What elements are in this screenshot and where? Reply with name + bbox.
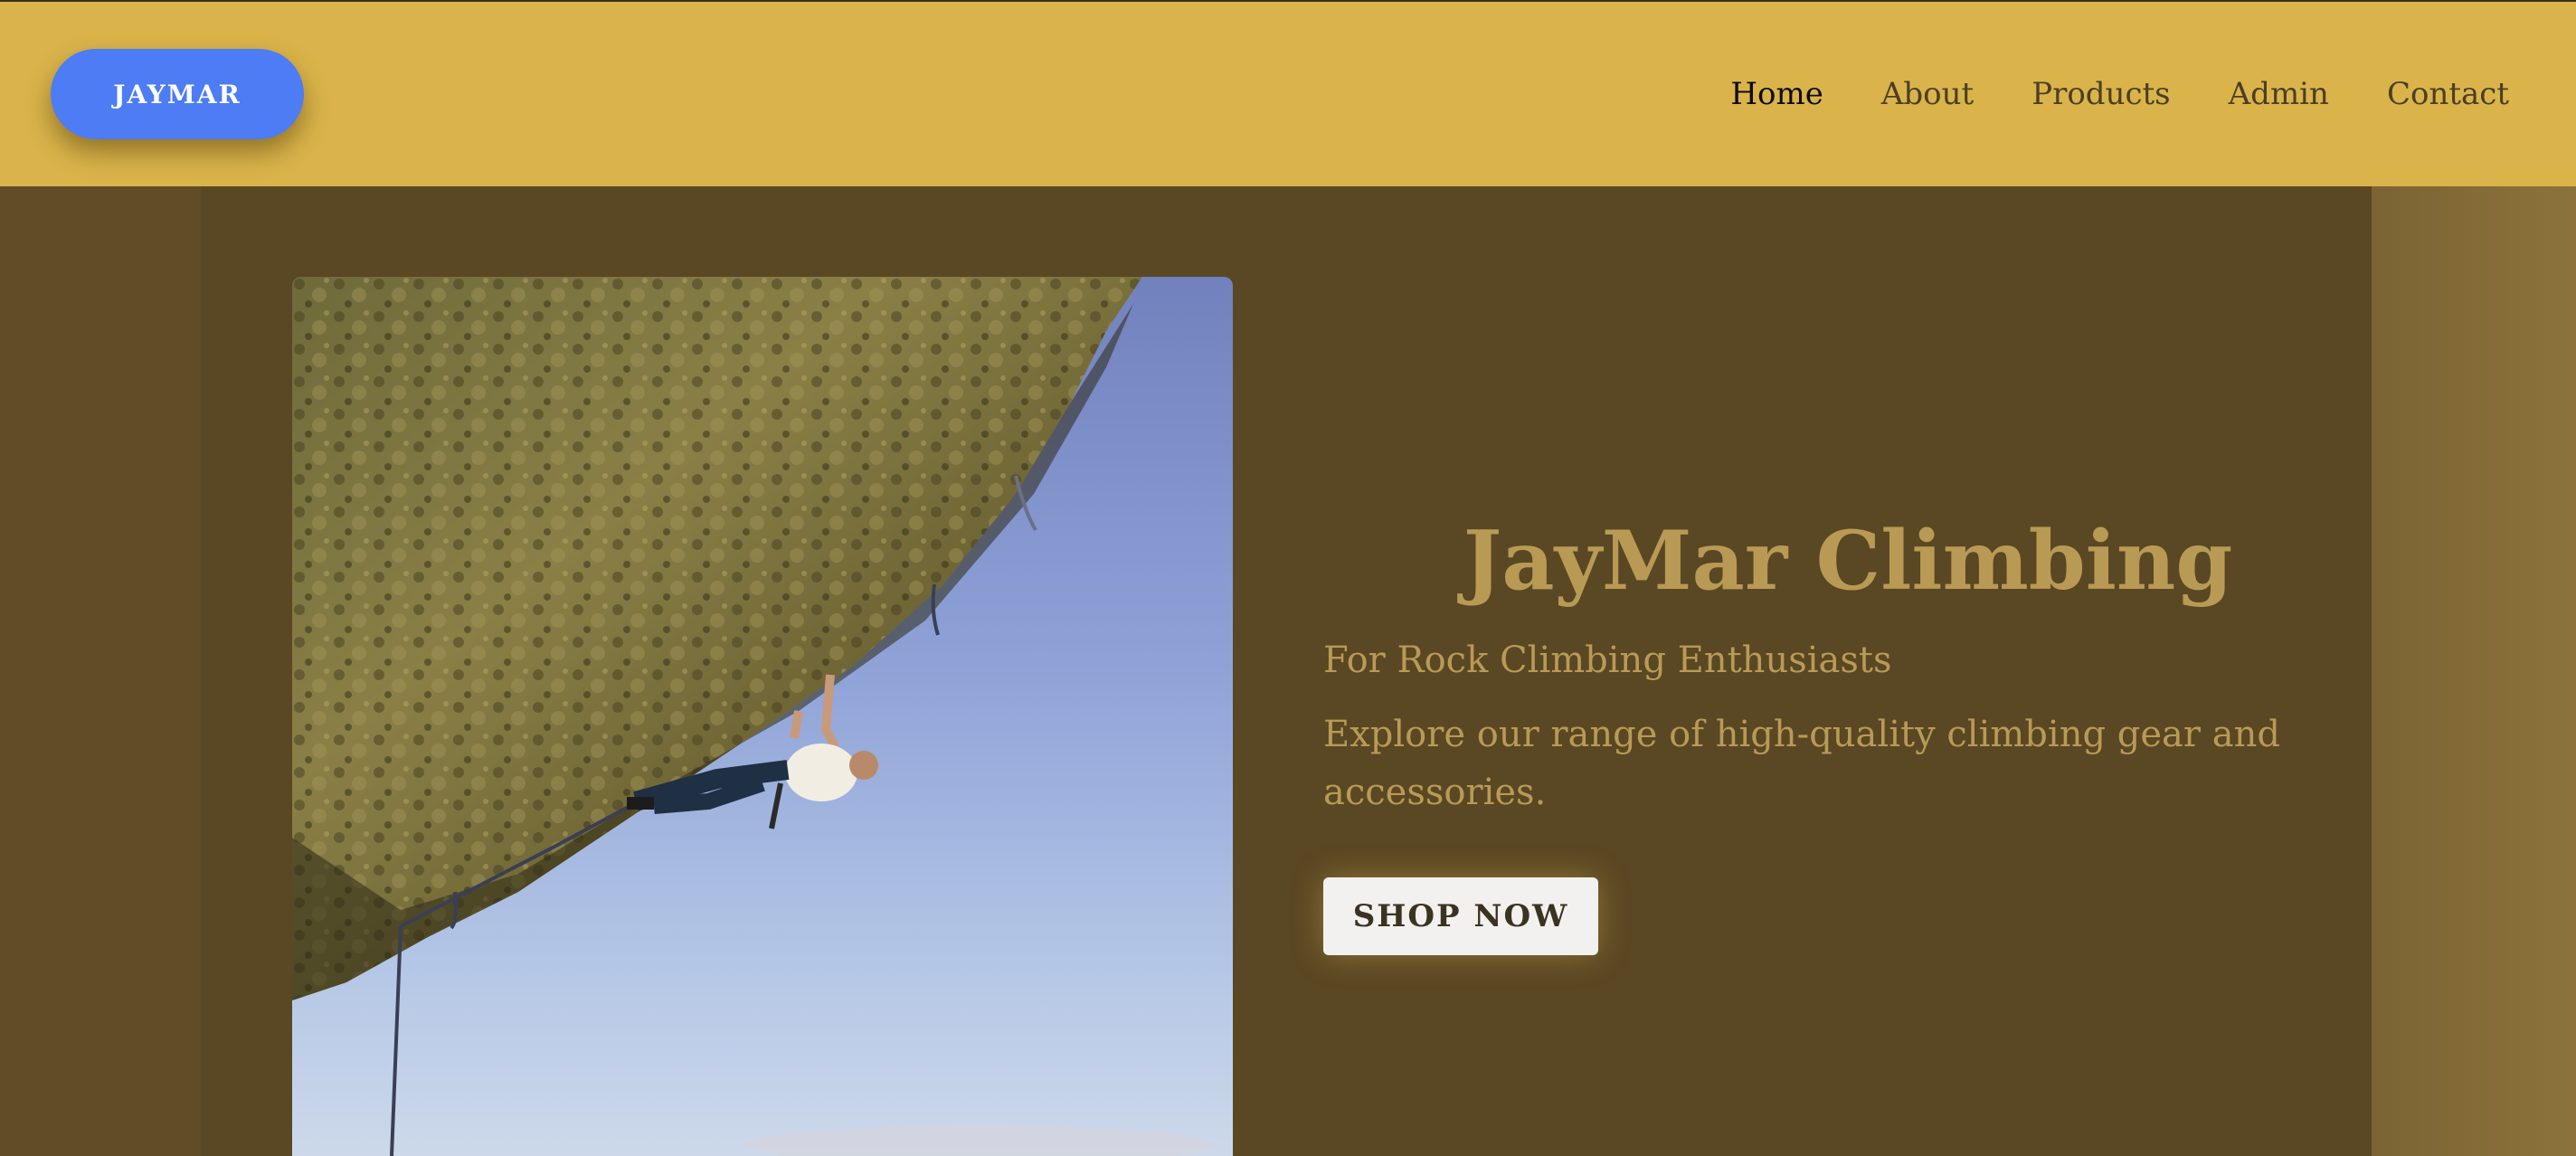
nav-products[interactable]: Products bbox=[2031, 67, 2170, 121]
nav-contact[interactable]: Contact bbox=[2387, 67, 2509, 121]
climber-image bbox=[292, 277, 1233, 1156]
main-nav: Home About Products Admin Contact bbox=[1730, 67, 2509, 121]
nav-about[interactable]: About bbox=[1881, 67, 1974, 121]
hero-image bbox=[292, 277, 1233, 1156]
hero-description: Explore our range of high-quality climbi… bbox=[1323, 714, 2280, 813]
nav-home[interactable]: Home bbox=[1730, 67, 1823, 121]
hero-text: JayMar Climbing For Rock Climbing Enthus… bbox=[1323, 507, 2300, 821]
site-header: JAYMAR Home About Products Admin Contact bbox=[0, 2, 2576, 186]
logo-button[interactable]: JAYMAR bbox=[51, 49, 304, 139]
hero-subtitle: For Rock Climbing Enthusiasts bbox=[1323, 640, 1892, 681]
nav-admin[interactable]: Admin bbox=[2229, 67, 2329, 121]
side-band-right bbox=[2372, 186, 2576, 1156]
shop-now-button[interactable]: SHOP NOW bbox=[1323, 877, 1598, 955]
side-band-left bbox=[0, 186, 201, 1156]
page-title: JayMar Climbing bbox=[1463, 513, 2233, 609]
